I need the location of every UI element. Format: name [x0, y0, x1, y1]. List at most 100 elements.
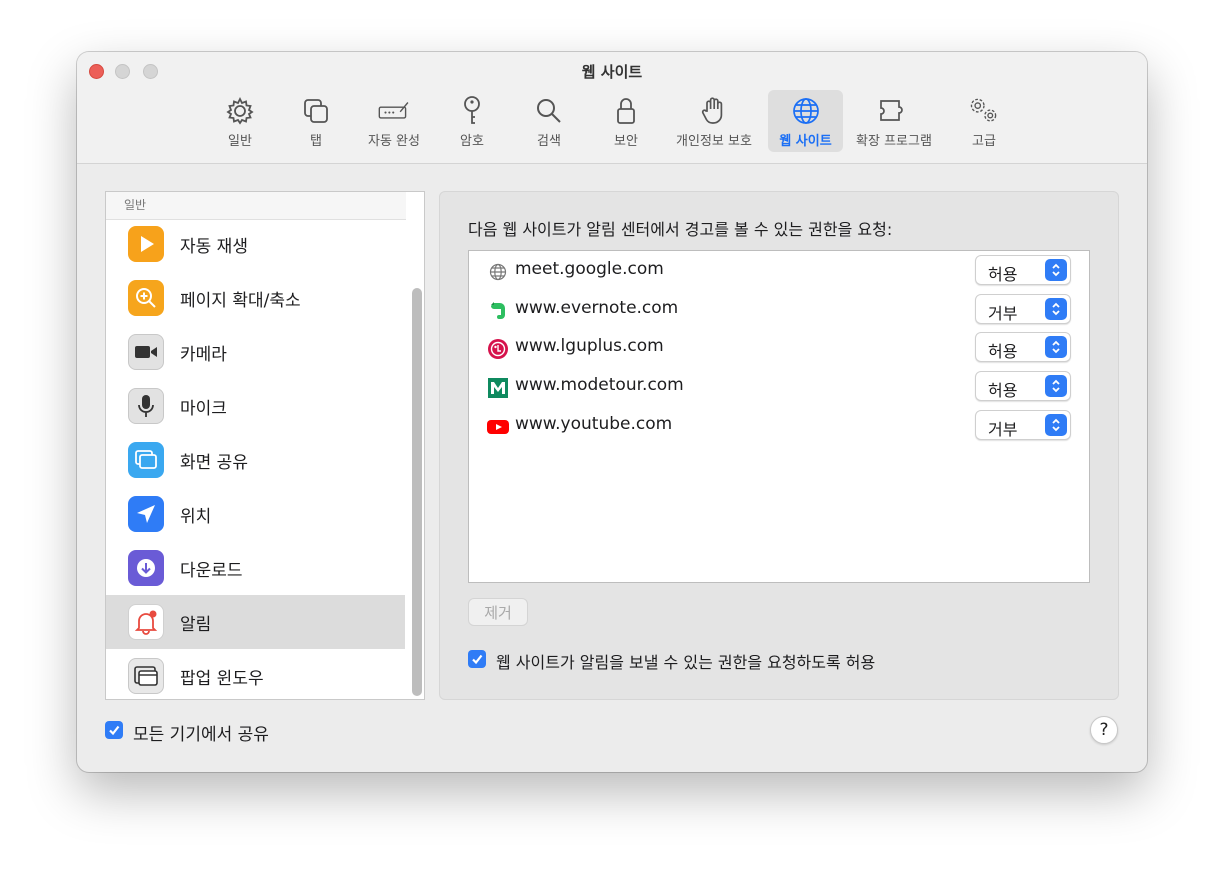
sidebar-item-label: 화면 공유: [180, 452, 248, 473]
sidebar-item-page-zoom[interactable]: 페이지 확대/축소: [106, 271, 405, 325]
list-item[interactable]: www.lguplus.com 허용: [469, 328, 1089, 366]
download-icon: [128, 550, 164, 586]
panel-description: 다음 웹 사이트가 알림 센터에서 경고를 볼 수 있는 권한을 요청:: [468, 220, 893, 239]
permission-sidebar: 일반 자동 재생 페이지 확대/축소 카메라 마이크 화면 공유 위치 다운로드…: [105, 191, 425, 700]
hand-icon: [697, 93, 731, 129]
permission-value: 허용: [988, 265, 1018, 284]
screen-share-icon: [128, 442, 164, 478]
tab-label: 웹 사이트: [779, 134, 832, 149]
checkmark-icon: [109, 725, 120, 736]
tab-websites[interactable]: 웹 사이트: [768, 90, 843, 152]
notifications-panel: 다음 웹 사이트가 알림 센터에서 경고를 볼 수 있는 권한을 요청: mee…: [439, 191, 1119, 700]
permission-value: 거부: [988, 420, 1018, 439]
chevron-up-down-icon: [1045, 336, 1067, 358]
share-across-devices-label: 모든 기기에서 공유: [133, 725, 269, 745]
tab-tabs[interactable]: 탭: [295, 90, 337, 152]
list-item[interactable]: www.youtube.com 거부: [469, 406, 1089, 444]
preference-tabs: 일반 탭 자동 완성 암호 검색 보안 개인정보 보호 웹 사이트 확장 프로그…: [77, 90, 1147, 154]
allow-requests-checkbox[interactable]: [468, 650, 486, 668]
sidebar-item-autoplay[interactable]: 자동 재생: [106, 217, 405, 271]
tab-label: 일반: [228, 134, 252, 149]
lguplus-favicon-icon: [487, 338, 509, 360]
sidebar-item-label: 알림: [180, 614, 212, 635]
tab-label: 자동 완성: [368, 134, 420, 149]
globe-icon: [789, 93, 823, 129]
share-across-devices-checkbox[interactable]: [105, 721, 123, 739]
notification-bell-icon: [128, 604, 164, 640]
permission-select[interactable]: 거부: [975, 410, 1071, 440]
sidebar-item-label: 팝업 윈도우: [180, 668, 264, 689]
sidebar-section-header: 일반: [106, 192, 406, 220]
site-domain: www.youtube.com: [515, 414, 673, 434]
tab-extensions[interactable]: 확장 프로그램: [849, 90, 939, 152]
permission-value: 거부: [988, 304, 1018, 323]
sidebar-item-downloads[interactable]: 다운로드: [106, 541, 405, 595]
tab-label: 확장 프로그램: [856, 134, 932, 149]
modetour-favicon-icon: [487, 377, 509, 399]
list-item[interactable]: meet.google.com 허용: [469, 251, 1089, 289]
sidebar-item-label: 마이크: [180, 398, 227, 419]
chevron-up-down-icon: [1045, 298, 1067, 320]
website-list: meet.google.com 허용 www.evernote.com 거부 w…: [468, 250, 1090, 583]
site-domain: www.modetour.com: [515, 375, 684, 395]
key-icon: [455, 93, 489, 129]
site-domain: www.evernote.com: [515, 298, 679, 318]
lock-icon: [609, 93, 643, 129]
chevron-up-down-icon: [1045, 259, 1067, 281]
tab-passwords[interactable]: 암호: [449, 90, 495, 152]
play-icon: [128, 226, 164, 262]
help-button[interactable]: ?: [1090, 716, 1118, 744]
tab-autofill[interactable]: 자동 완성: [361, 90, 427, 152]
permission-select[interactable]: 허용: [975, 371, 1071, 401]
list-item[interactable]: www.modetour.com 허용: [469, 367, 1089, 405]
location-icon: [128, 496, 164, 532]
tab-privacy[interactable]: 개인정보 보호: [669, 90, 759, 152]
list-item[interactable]: www.evernote.com 거부: [469, 290, 1089, 328]
preferences-window: 웹 사이트 일반 탭 자동 완성 암호 검색 보안 개인정보 보호 웹 사이트 …: [77, 52, 1147, 772]
sidebar-item-camera[interactable]: 카메라: [106, 325, 405, 379]
tab-security[interactable]: 보안: [603, 90, 649, 152]
window-title: 웹 사이트: [581, 63, 643, 81]
sidebar-item-notifications[interactable]: 알림: [106, 595, 405, 649]
tab-label: 탭: [310, 134, 322, 149]
tab-general[interactable]: 일반: [217, 90, 263, 152]
permission-select[interactable]: 거부: [975, 294, 1071, 324]
tab-label: 암호: [460, 134, 484, 149]
evernote-favicon-icon: [487, 300, 509, 322]
site-domain: www.lguplus.com: [515, 336, 664, 356]
microphone-icon: [128, 388, 164, 424]
checkmark-icon: [472, 654, 483, 665]
sidebar-item-screen-share[interactable]: 화면 공유: [106, 433, 405, 487]
globe-favicon-icon: [487, 261, 509, 283]
chevron-up-down-icon: [1045, 414, 1067, 436]
sidebar-item-label: 자동 재생: [180, 236, 248, 257]
gears-icon: [967, 93, 1001, 129]
autofill-icon: [377, 93, 411, 129]
sidebar-item-microphone[interactable]: 마이크: [106, 379, 405, 433]
youtube-favicon-icon: [487, 416, 509, 438]
sidebar-item-label: 위치: [180, 506, 212, 527]
popup-window-icon: [128, 658, 164, 694]
tab-label: 고급: [972, 134, 996, 149]
permission-select[interactable]: 허용: [975, 332, 1071, 362]
camera-icon: [128, 334, 164, 370]
sidebar-item-label: 카메라: [180, 344, 227, 365]
toolbar: 웹 사이트 일반 탭 자동 완성 암호 검색 보안 개인정보 보호 웹 사이트 …: [77, 52, 1147, 164]
tab-label: 검색: [537, 134, 561, 149]
tab-search[interactable]: 검색: [527, 90, 571, 152]
sidebar-scrollbar[interactable]: [412, 288, 422, 696]
tab-advanced[interactable]: 고급: [961, 90, 1007, 152]
search-icon: [532, 93, 566, 129]
tab-label: 보안: [614, 134, 638, 149]
zoom-icon: [128, 280, 164, 316]
gear-icon: [223, 93, 257, 129]
sidebar-item-location[interactable]: 위치: [106, 487, 405, 541]
sidebar-item-label: 다운로드: [180, 560, 243, 581]
chevron-up-down-icon: [1045, 375, 1067, 397]
permission-value: 허용: [988, 381, 1018, 400]
puzzle-icon: [877, 93, 911, 129]
remove-button[interactable]: 제거: [468, 598, 528, 626]
permission-select[interactable]: 허용: [975, 255, 1071, 285]
site-domain: meet.google.com: [515, 259, 664, 279]
sidebar-item-popup-windows[interactable]: 팝업 윈도우: [106, 649, 405, 699]
